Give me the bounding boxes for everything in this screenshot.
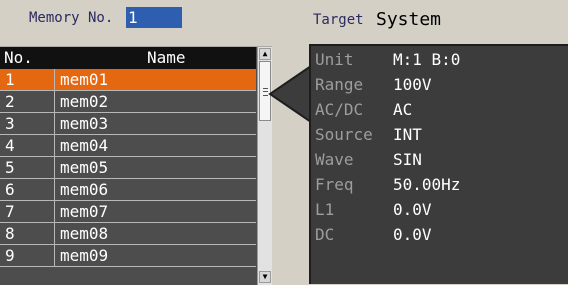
row-name: mem08 — [60, 224, 109, 243]
list-item[interactable]: 4 mem04 — [0, 135, 256, 157]
row-number: 9 — [0, 245, 55, 266]
scroll-up-arrow-icon[interactable]: ▲ — [259, 48, 271, 60]
row-name: mem03 — [60, 114, 109, 133]
row-number: 8 — [0, 223, 55, 244]
row-number: 5 — [0, 157, 55, 178]
detail-key: DC — [315, 225, 335, 244]
scroll-down-arrow-icon[interactable]: ▼ — [259, 271, 271, 283]
target-label: Target — [313, 12, 364, 28]
detail-value: M:1 B:0 — [393, 50, 461, 69]
list-item[interactable]: 2 mem02 — [0, 91, 256, 113]
row-name: mem02 — [60, 92, 109, 111]
detail-value: 50.00Hz — [393, 175, 461, 194]
top-bar: Memory No. 1 Target System — [0, 0, 568, 44]
target-value: System — [376, 9, 442, 30]
row-number: 6 — [0, 179, 55, 200]
detail-value: 100V — [393, 75, 432, 94]
list-header: No. Name — [0, 47, 256, 69]
list-item-selected[interactable]: 1 mem01 — [0, 69, 256, 91]
detail-key: AC/DC — [315, 100, 364, 119]
detail-value: AC — [393, 100, 413, 119]
memory-detail-panel: Unit M:1 B:0 Range 100V AC/DC AC Source … — [309, 44, 568, 284]
row-name: mem07 — [60, 202, 109, 221]
detail-key: L1 — [315, 200, 335, 219]
detail-key: Wave — [315, 150, 354, 169]
memory-list[interactable]: No. Name 1 mem01 2 mem02 3 mem03 4 mem04… — [0, 46, 272, 285]
row-name: mem09 — [60, 246, 109, 265]
detail-value: 0.0V — [393, 200, 432, 219]
memory-number-label: Memory No. — [29, 10, 114, 26]
list-item[interactable]: 5 mem05 — [0, 157, 256, 179]
detail-value: 0.0V — [393, 225, 432, 244]
callout-pointer-icon — [268, 66, 312, 122]
row-number: 2 — [0, 91, 55, 112]
detail-key: Range — [315, 75, 364, 94]
list-item[interactable]: 7 mem07 — [0, 201, 256, 223]
detail-key: Freq — [315, 175, 354, 194]
list-item[interactable]: 3 mem03 — [0, 113, 256, 135]
column-header-no: No. — [4, 48, 33, 67]
row-name: mem01 — [60, 70, 109, 89]
list-item[interactable]: 9 mem09 — [0, 245, 256, 267]
row-name: mem06 — [60, 180, 109, 199]
detail-key: Source — [315, 125, 373, 144]
detail-value: INT — [393, 125, 422, 144]
list-item[interactable]: 6 mem06 — [0, 179, 256, 201]
row-number: 7 — [0, 201, 55, 222]
detail-value: SIN — [393, 150, 422, 169]
row-number: 1 — [0, 69, 55, 90]
detail-key: Unit — [315, 50, 354, 69]
list-item[interactable]: 8 mem08 — [0, 223, 256, 245]
column-header-name: Name — [147, 48, 186, 67]
row-name: mem05 — [60, 158, 109, 177]
row-name: mem04 — [60, 136, 109, 155]
memory-number-field[interactable]: 1 — [126, 7, 182, 28]
row-number: 3 — [0, 113, 55, 134]
row-number: 4 — [0, 135, 55, 156]
